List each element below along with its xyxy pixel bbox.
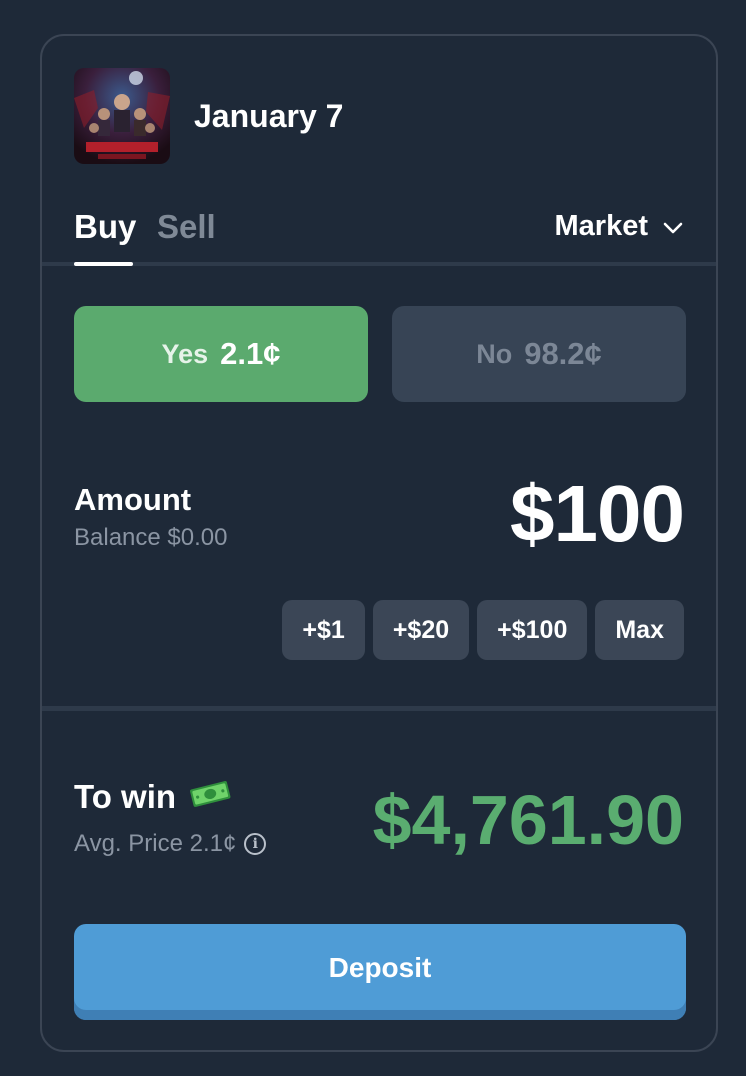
tab-sell[interactable]: Sell bbox=[157, 208, 216, 246]
order-type-label: Market bbox=[554, 210, 649, 242]
order-type-dropdown[interactable]: Market bbox=[555, 210, 685, 243]
add-100-button[interactable]: +$100 bbox=[477, 600, 588, 660]
no-label: No bbox=[476, 338, 513, 369]
tab-buy[interactable]: Buy bbox=[74, 208, 136, 246]
trade-card: January 7 Buy Sell Market Yes 2.1¢ No 98… bbox=[40, 34, 718, 1052]
avg-price-text: Avg. Price 2.1¢ bbox=[74, 830, 237, 857]
quick-add-buttons: +$1 +$20 +$100 Max bbox=[282, 600, 684, 660]
yes-outcome-button[interactable]: Yes 2.1¢ bbox=[74, 306, 368, 402]
money-bill-icon bbox=[188, 778, 232, 816]
amount-label: Amount bbox=[74, 482, 192, 517]
yes-label: Yes bbox=[161, 338, 209, 369]
max-button[interactable]: Max bbox=[595, 600, 684, 660]
add-1-button[interactable]: +$1 bbox=[282, 600, 365, 660]
tabs-divider bbox=[42, 262, 716, 266]
section-divider bbox=[42, 706, 716, 711]
to-win-text: To win bbox=[74, 778, 177, 815]
balance-text: Balance $0.00 bbox=[74, 524, 228, 551]
no-outcome-button[interactable]: No 98.2¢ bbox=[392, 306, 686, 402]
info-icon[interactable]: i bbox=[244, 833, 267, 855]
no-price: 98.2¢ bbox=[524, 336, 602, 371]
add-20-button[interactable]: +$20 bbox=[372, 600, 470, 660]
market-thumbnail bbox=[74, 68, 170, 164]
deposit-button[interactable]: Deposit bbox=[74, 924, 686, 1020]
amount-input[interactable]: $100 bbox=[510, 468, 685, 560]
to-win-value: $4,761.90 bbox=[372, 781, 684, 859]
market-title: January 7 bbox=[194, 98, 344, 134]
active-tab-indicator bbox=[74, 262, 133, 266]
chevron-down-icon bbox=[662, 210, 684, 243]
yes-price: 2.1¢ bbox=[220, 336, 281, 371]
poster-image bbox=[74, 68, 170, 164]
avg-price: Avg. Price 2.1¢ i bbox=[74, 830, 267, 858]
to-win-label: To win bbox=[74, 778, 232, 816]
